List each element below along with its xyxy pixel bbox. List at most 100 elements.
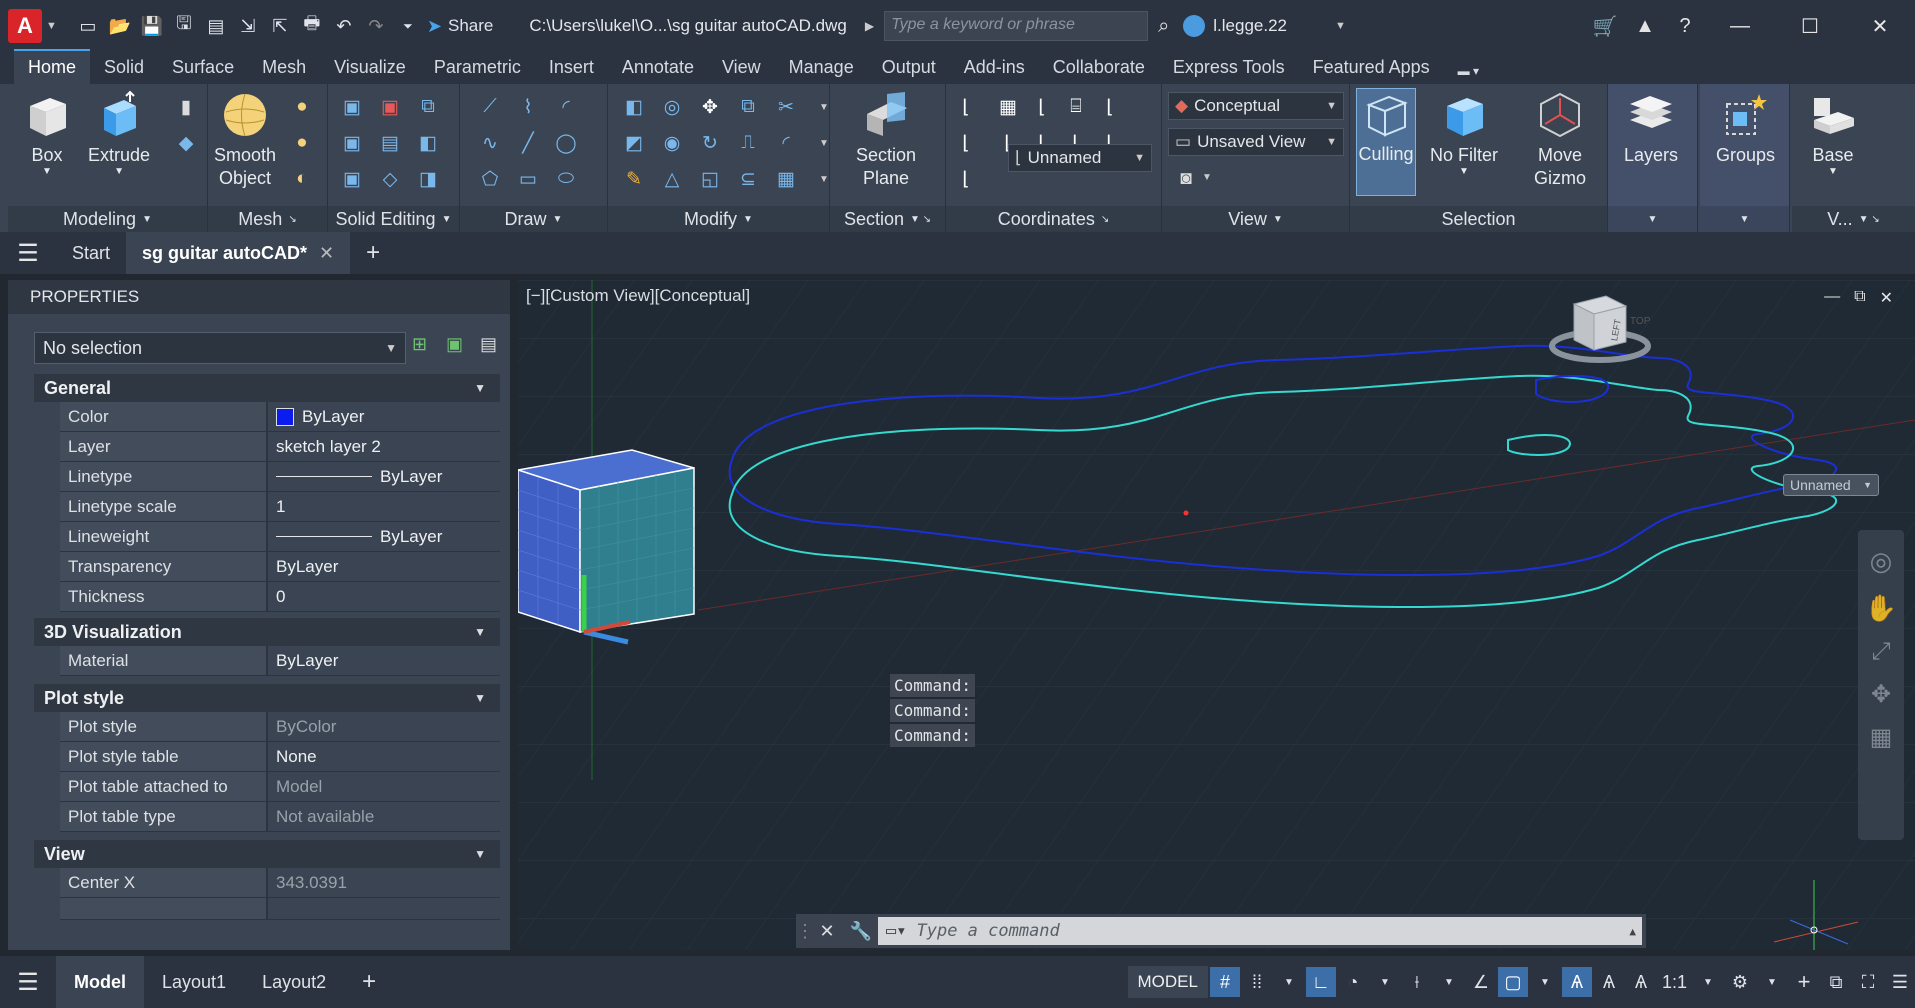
panel-label-solid-editing[interactable]: Solid Editing ▼ bbox=[328, 206, 459, 232]
panel-label-section[interactable]: Section ▼ ↘ bbox=[830, 206, 945, 232]
erase-icon[interactable]: ✎ bbox=[620, 166, 648, 192]
fillet-icon[interactable]: ◜ bbox=[772, 130, 800, 156]
ucs-view-icon[interactable]: ⌸ bbox=[1062, 94, 1090, 120]
view-manager-chevron-icon[interactable]: ▼ bbox=[1202, 172, 1212, 183]
base-button[interactable]: Base ▼ bbox=[1808, 90, 1858, 177]
stretch-icon[interactable]: ⎍ bbox=[734, 130, 762, 156]
command-history-toggle-icon[interactable]: ▲ bbox=[1629, 925, 1636, 938]
object-snap-tracking-icon[interactable]: ∠ bbox=[1466, 967, 1496, 997]
panel-label-groups[interactable]: ▼ bbox=[1700, 206, 1789, 232]
auto-scale-icon[interactable]: Ѧ bbox=[1594, 967, 1624, 997]
isodraft-icon[interactable]: ⟊ bbox=[1402, 967, 1432, 997]
prop-row-linetype-scale[interactable]: Linetype scale 1 bbox=[60, 492, 500, 522]
presspull-icon[interactable]: ◆ bbox=[172, 130, 200, 156]
polygon-icon[interactable]: ⬠ bbox=[476, 166, 504, 192]
box-button[interactable]: Box ▼ bbox=[22, 90, 72, 177]
ribbon-minimize-button[interactable]: ▬ ▾ bbox=[1444, 58, 1493, 84]
subtract-icon[interactable]: ▣ bbox=[376, 94, 404, 120]
object-snap-menu-icon[interactable]: ▼ bbox=[1530, 967, 1560, 997]
prop-row-lineweight[interactable]: Lineweight ByLayer bbox=[60, 522, 500, 552]
polysolid-icon[interactable]: ▮ bbox=[172, 94, 200, 120]
prop-row-plot-table-type[interactable]: Plot table type Not available bbox=[60, 802, 500, 832]
offset-icon[interactable]: ⊆ bbox=[734, 166, 762, 192]
user-account[interactable]: l.legge.22 ▼ bbox=[1183, 15, 1346, 37]
union-icon[interactable]: ▣ bbox=[338, 94, 366, 120]
cart-icon[interactable]: 🛒 bbox=[1585, 14, 1625, 39]
annotation-monitor-icon[interactable]: + bbox=[1789, 967, 1819, 997]
help-icon[interactable]: ? bbox=[1665, 15, 1705, 38]
ucs-icon[interactable]: ⌊ bbox=[952, 94, 980, 120]
command-prompt-icon[interactable]: ▭▾ bbox=[886, 921, 906, 941]
prop-row-center-y[interactable] bbox=[60, 898, 500, 920]
circle-icon[interactable]: ◯ bbox=[552, 130, 580, 156]
panel-label-layers[interactable]: ▼ bbox=[1608, 206, 1697, 232]
layout-tab-layout2[interactable]: Layout2 bbox=[244, 956, 344, 1008]
ucs-3point-icon[interactable]: ⌊ bbox=[952, 130, 980, 156]
tab-parametric[interactable]: Parametric bbox=[420, 51, 535, 84]
workspace-menu-icon[interactable]: ▼ bbox=[1757, 967, 1787, 997]
rotate-icon[interactable]: ↻ bbox=[696, 130, 724, 156]
tab-annotate[interactable]: Annotate bbox=[608, 51, 708, 84]
no-filter-button[interactable]: No Filter ▼ bbox=[1430, 90, 1498, 177]
autocad-logo-icon[interactable]: A bbox=[8, 9, 42, 43]
object-snap-icon[interactable]: ▢ bbox=[1497, 967, 1528, 997]
command-line-close-icon[interactable]: ✕ bbox=[810, 921, 844, 942]
ucs-object-icon[interactable]: ⌊ bbox=[1096, 94, 1124, 120]
ucs-menu-badge[interactable]: Unnamed ▼ bbox=[1783, 474, 1879, 496]
construction-line-icon[interactable]: ╱ bbox=[514, 130, 542, 156]
command-line-customize-icon[interactable]: 🔧 bbox=[844, 921, 878, 942]
smooth-object-button[interactable]: Smooth Object bbox=[214, 90, 276, 190]
workspace-gear-icon[interactable]: ⚙ bbox=[1725, 967, 1755, 997]
viewcube-top-label[interactable]: TOP bbox=[1630, 316, 1650, 327]
maximize-icon[interactable]: ☐ bbox=[1775, 14, 1845, 39]
expand-search-icon[interactable]: ▶ bbox=[865, 19, 874, 33]
search-icon[interactable]: ⌕ bbox=[1158, 15, 1169, 38]
prop-row-color[interactable]: Color ByLayer bbox=[60, 402, 500, 432]
tab-add-ins[interactable]: Add-ins bbox=[950, 51, 1039, 84]
import-icon[interactable]: ⇲ bbox=[235, 13, 261, 39]
trim-icon[interactable]: ✂ bbox=[772, 94, 800, 120]
ucs-named-dropdown[interactable]: ⌊ Unnamed ▼ bbox=[1008, 144, 1152, 172]
navigation-bar[interactable]: ◎ ✋ ⤢ ✥ ▦ bbox=[1858, 530, 1904, 840]
layout-list-menu-icon[interactable]: ☰ bbox=[0, 968, 56, 997]
mesh-smooth-less-icon[interactable]: ● bbox=[288, 130, 316, 156]
section-plane-button[interactable]: Section Plane bbox=[856, 90, 916, 190]
copy-icon[interactable]: ⧉ bbox=[734, 94, 762, 120]
ucs-icon-toggle-icon[interactable]: ⌊ bbox=[952, 166, 980, 192]
snap-mode-icon[interactable]: ⁞⁞ bbox=[1242, 967, 1272, 997]
tab-surface[interactable]: Surface bbox=[158, 51, 248, 84]
ortho-mode-icon[interactable]: ∟ bbox=[1305, 967, 1336, 997]
showmotion-icon[interactable]: ▦ bbox=[1858, 723, 1904, 752]
intersect-icon[interactable]: ▣ bbox=[338, 130, 366, 156]
redo-icon[interactable]: ↷ bbox=[363, 13, 389, 39]
3d-align-icon[interactable]: ◎ bbox=[658, 94, 686, 120]
separate-icon[interactable]: ◨ bbox=[414, 166, 442, 192]
named-view-dropdown[interactable]: ▭ Unsaved View ▼ bbox=[1168, 128, 1344, 156]
prop-row-center-x[interactable]: Center X 343.0391 bbox=[60, 868, 500, 898]
tab-express-tools[interactable]: Express Tools bbox=[1159, 51, 1299, 84]
panel-label-draw[interactable]: Draw ▼ bbox=[460, 206, 607, 232]
imprint-icon[interactable]: ▣ bbox=[338, 166, 366, 192]
polar-menu-icon[interactable]: ▼ bbox=[1370, 967, 1400, 997]
selection-dropdown[interactable]: No selection ▼ bbox=[34, 332, 406, 364]
prop-row-plot-table-attached[interactable]: Plot table attached to Model bbox=[60, 772, 500, 802]
tab-home[interactable]: Home bbox=[14, 49, 91, 84]
model-space-toggle[interactable]: MODEL bbox=[1127, 966, 1208, 998]
layout-tab-model[interactable]: Model bbox=[56, 956, 144, 1008]
command-line-grip-icon[interactable]: ⋮ bbox=[796, 921, 814, 942]
close-tab-icon[interactable]: ✕ bbox=[319, 243, 334, 264]
mirror-3d-icon[interactable]: ◧ bbox=[620, 94, 648, 120]
save-as-icon[interactable]: 🖫 bbox=[171, 13, 197, 39]
prop-row-linetype[interactable]: Linetype ByLayer bbox=[60, 462, 500, 492]
move-icon[interactable]: ✥ bbox=[696, 94, 724, 120]
orbit-icon[interactable]: ✥ bbox=[1858, 680, 1904, 709]
clean-screen-icon[interactable]: ⛶ bbox=[1853, 967, 1883, 997]
drawing-viewport[interactable]: [−][Custom View][Conceptual] — ⧉ ✕ LEFT … bbox=[518, 280, 1915, 950]
tab-output[interactable]: Output bbox=[868, 51, 950, 84]
file-tab-menu-icon[interactable]: ☰ bbox=[0, 239, 56, 268]
line-icon[interactable]: ⟋ bbox=[476, 94, 504, 120]
toggle-pickadd-icon[interactable]: ⊞ bbox=[412, 334, 436, 358]
section-view[interactable]: View ▼ bbox=[34, 840, 500, 868]
scale-icon[interactable]: ◱ bbox=[696, 166, 724, 192]
viewport-minimize-icon[interactable]: — bbox=[1824, 288, 1840, 308]
